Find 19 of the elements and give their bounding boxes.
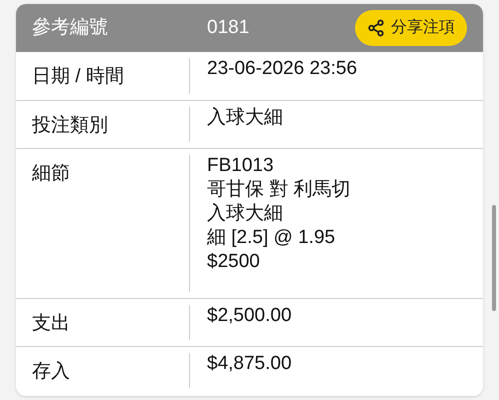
row-label: 支出 xyxy=(32,312,71,336)
row-label: 投注類別 xyxy=(32,114,109,138)
share-button[interactable]: 分享注項 xyxy=(355,10,467,46)
row-value: 細 [2.5] @ 1.95 xyxy=(207,226,336,250)
reference-number: 0181 xyxy=(206,16,250,40)
row-value: 哥甘保 對 利馬切 xyxy=(207,178,352,202)
row-value: 入球大細 xyxy=(207,106,284,130)
row-label: 存入 xyxy=(32,360,71,384)
row-label: 細節 xyxy=(32,162,71,186)
row-value: $4,875.00 xyxy=(207,352,293,376)
row-value: $2500 xyxy=(207,250,261,274)
scrollbar[interactable] xyxy=(492,205,496,311)
row-value: 入球大細 xyxy=(207,202,284,226)
reference-label: 參考編號 xyxy=(31,16,109,40)
row-label: 日期 / 時間 xyxy=(32,65,125,89)
row-value: $2,500.00 xyxy=(207,304,293,328)
row-value: FB1013 xyxy=(207,154,275,178)
row-value: 23-06-2026 23:56 xyxy=(207,57,358,81)
share-icon xyxy=(367,19,385,37)
